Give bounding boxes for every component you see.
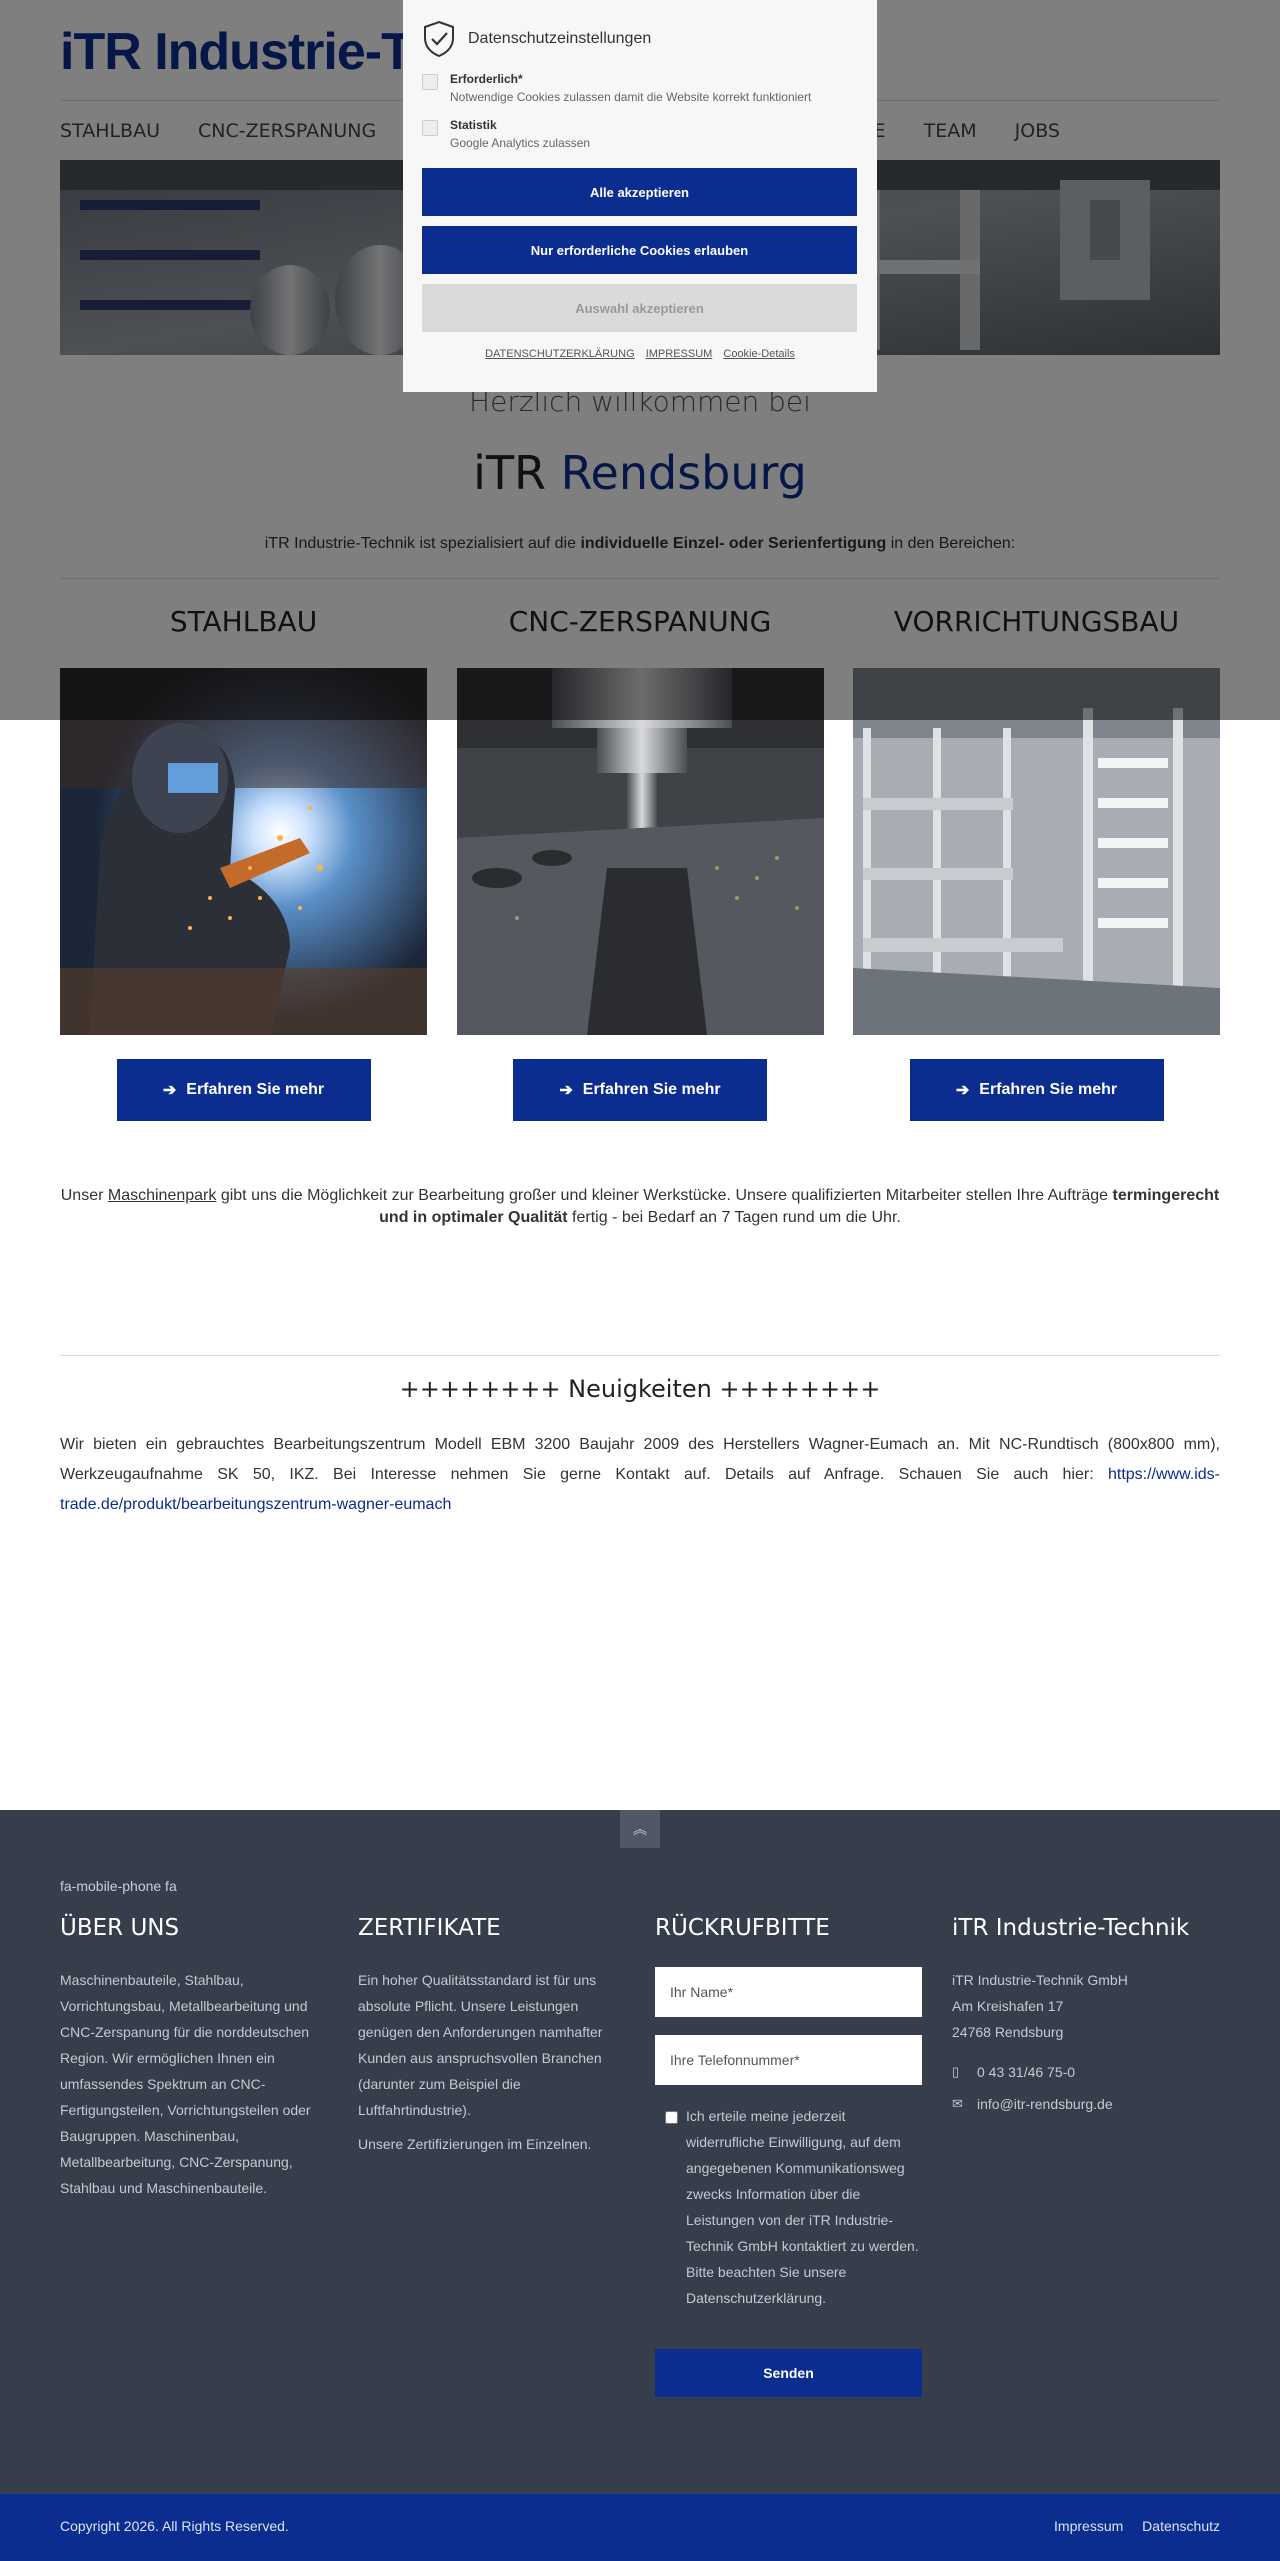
fixture-construction-image: [853, 668, 1220, 1035]
footer-about: ÜBER UNS Maschinenbauteile, Stahlbau, Vo…: [60, 1915, 325, 2201]
mobile-phone-icon: ▯: [952, 2064, 960, 2079]
cookie-dialog-title: Datenschutzeinstellungen: [468, 30, 652, 47]
consent-row: Ich erteile meine jederzeit widerruflich…: [655, 2103, 920, 2311]
cookie-option-statistics: Statistik Google Analytics zulassen: [422, 118, 858, 150]
learn-more-button[interactable]: ➔ Erfahren Sie mehr: [909, 1059, 1164, 1121]
footer-company-title: iTR Industrie-Technik: [952, 1915, 1190, 1941]
cookie-dialog-links: DATENSCHUTZERKLÄRUNG IMPRESSUM Cookie-De…: [422, 348, 858, 360]
required-checkbox[interactable]: [422, 74, 438, 90]
privacy-policy-link[interactable]: DATENSCHUTZERKLÄRUNG: [485, 348, 635, 360]
double-chevron-up-icon: ︽: [633, 1821, 647, 1837]
news-text: Wir bieten ein gebrauchtes Bearbeitungsz…: [60, 1430, 1220, 1520]
footer-certificates-link[interactable]: Unsere Zertifizierungen im Einzelnen.: [358, 2131, 623, 2157]
option-desc: Google Analytics zulassen: [450, 136, 591, 150]
footer-callback-title: RÜCKRUFBITTE: [655, 1915, 830, 1941]
learn-more-label: Erfahren Sie mehr: [582, 1081, 721, 1098]
machines-text-part: fertig - bei Bedarf an 7 Tagen rund um d…: [567, 1209, 901, 1226]
accept-required-button[interactable]: Nur erforderliche Cookies erlauben: [422, 226, 857, 274]
footer-certificates-title: ZERTIFIKATE: [358, 1915, 501, 1941]
consent-checkbox[interactable]: [665, 2111, 678, 2124]
arrow-right-icon: ➔: [955, 1082, 970, 1099]
name-input[interactable]: [655, 1967, 922, 2017]
machines-text-part: gibt uns die Möglichkeit zur Bearbeitung…: [216, 1187, 1113, 1204]
shield-check-icon: [424, 20, 454, 58]
machine-park-text: Unser Maschinenpark gibt uns die Möglich…: [60, 1185, 1220, 1229]
option-title: Erforderlich*: [450, 72, 523, 86]
news-body: Wir bieten ein gebrauchtes Bearbeitungsz…: [60, 1436, 1220, 1483]
footer-bottom-bar: Copyright 2026. All Rights Reserved. Imp…: [0, 2494, 1280, 2561]
learn-more-button[interactable]: ➔ Erfahren Sie mehr: [513, 1059, 767, 1121]
cookie-consent-dialog: Datenschutzeinstellungen Erforderlich* N…: [403, 0, 877, 392]
learn-more-label: Erfahren Sie mehr: [186, 1081, 325, 1098]
phone-input[interactable]: [655, 2035, 922, 2085]
company-city: 24768 Rendsburg: [952, 2024, 1064, 2040]
footer-about-title: ÜBER UNS: [60, 1915, 180, 1941]
company-name: iTR Industrie-Technik GmbH: [952, 1972, 1128, 1988]
divider: [60, 1355, 1220, 1356]
welder-image: [60, 668, 427, 1035]
accept-selection-button[interactable]: Auswahl akzeptieren: [422, 284, 857, 332]
fa-text: fa-mobile-phone fa: [60, 1878, 177, 1894]
accept-all-button[interactable]: Alle akzeptieren: [422, 168, 857, 216]
arrow-right-icon: ➔: [559, 1082, 573, 1099]
email-row[interactable]: ✉ info@itr-rendsburg.de: [952, 2091, 1217, 2117]
envelope-icon: ✉: [952, 2096, 963, 2111]
impressum-link[interactable]: Impressum: [1054, 2518, 1123, 2534]
datenschutz-link[interactable]: Datenschutz: [1142, 2518, 1220, 2534]
option-desc: Notwendige Cookies zulassen damit die We…: [450, 90, 812, 104]
machine-park-link[interactable]: Maschinenpark: [108, 1187, 217, 1204]
send-button[interactable]: Senden: [655, 2349, 922, 2397]
option-title: Statistik: [450, 118, 497, 132]
learn-more-button[interactable]: ➔ Erfahren Sie mehr: [116, 1059, 371, 1121]
footer-company: iTR Industrie-Technik iTR Industrie-Tech…: [952, 1915, 1217, 2117]
cookie-option-required: Erforderlich* Notwendige Cookies zulasse…: [422, 72, 858, 104]
statistics-checkbox[interactable]: [422, 120, 438, 136]
footer-callback-form: RÜCKRUFBITTE Ich erteile meine jederzeit…: [655, 1915, 922, 2397]
phone-number: 0 43 31/46 75-0: [977, 2064, 1076, 2080]
footer-certificates-text: Ein hoher Qualitätsstandard ist für uns …: [358, 1972, 603, 2118]
imprint-link[interactable]: IMPRESSUM: [646, 348, 713, 360]
consent-text: Ich erteile meine jederzeit widerruflich…: [686, 2108, 919, 2306]
arrow-right-icon: ➔: [162, 1082, 177, 1099]
news-title: ++++++++ Neuigkeiten ++++++++: [399, 1375, 881, 1403]
email-address: info@itr-rendsburg.de: [977, 2096, 1113, 2112]
copyright: Copyright 2026. All Rights Reserved.: [60, 2518, 289, 2534]
cookie-dialog-header: Datenschutzeinstellungen: [422, 20, 858, 58]
phone-row[interactable]: ▯ 0 43 31/46 75-0: [952, 2059, 1217, 2085]
cnc-milling-image: [456, 668, 824, 1035]
site-footer: ︽ fa-mobile-phone fa ÜBER UNS Maschinenb…: [0, 1810, 1280, 2494]
machines-text-part: Unser: [60, 1187, 108, 1204]
footer-about-text: Maschinenbauteile, Stahlbau, Vorrichtung…: [60, 1972, 311, 2196]
footer-certificates: ZERTIFIKATE Ein hoher Qualitätsstandard …: [358, 1915, 623, 2157]
cookie-details-link[interactable]: Cookie-Details: [723, 348, 795, 360]
learn-more-label: Erfahren Sie mehr: [979, 1081, 1118, 1098]
footer-links: Impressum Datenschutz: [1039, 2518, 1220, 2534]
scroll-to-top-button[interactable]: ︽: [620, 1810, 660, 1848]
company-street: Am Kreishafen 17: [952, 1998, 1064, 2014]
